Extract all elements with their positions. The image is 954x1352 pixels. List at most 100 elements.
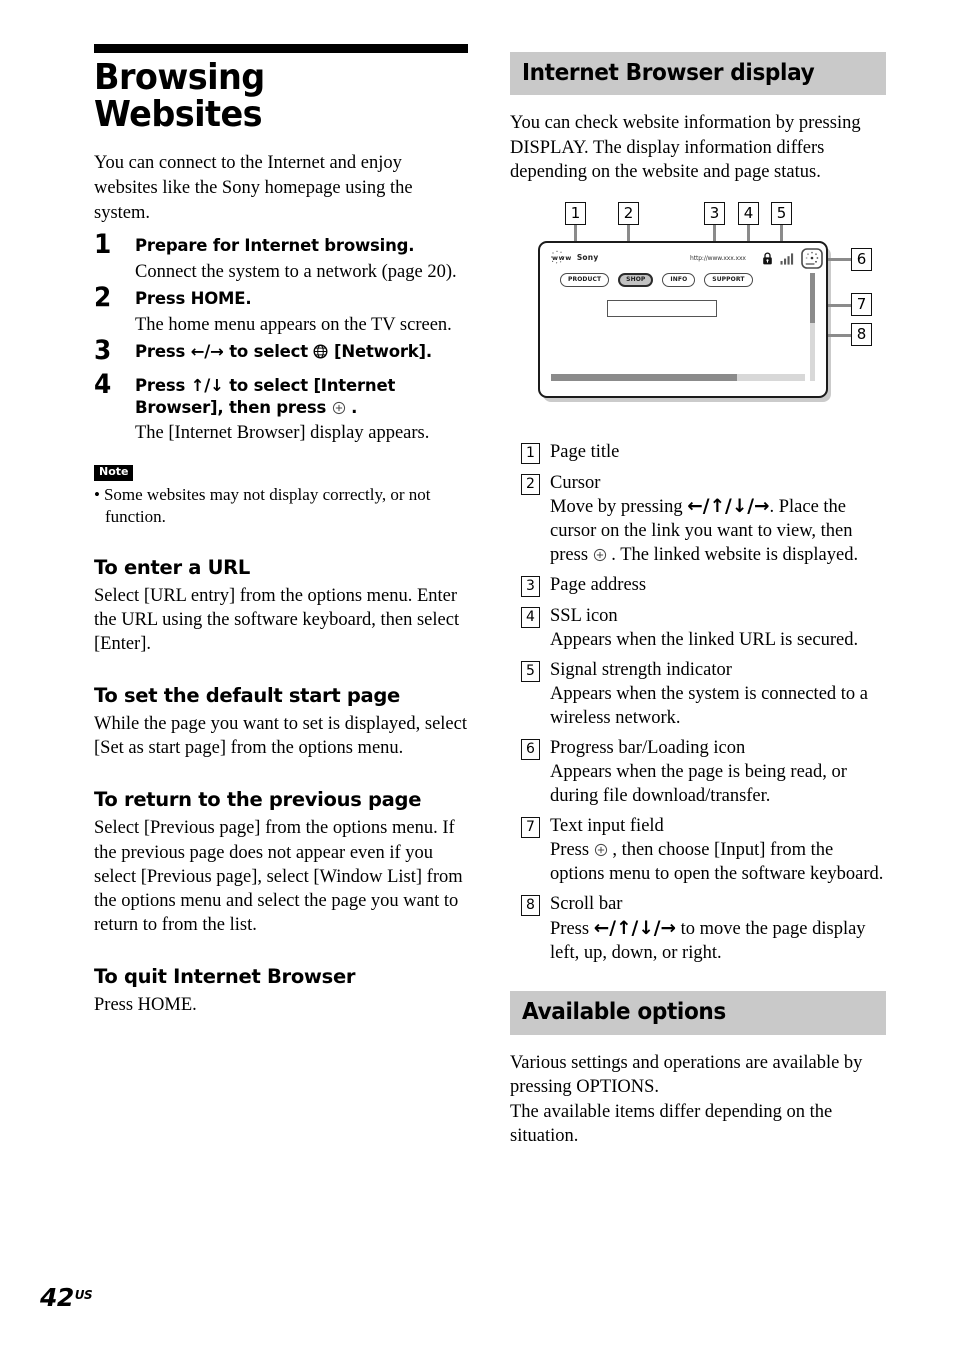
intro-paragraph: You can connect to the Internet and enjo… xyxy=(94,153,413,223)
page-folio: 42US xyxy=(40,1283,93,1312)
enter-icon xyxy=(593,546,607,561)
subsection-body: Select [URL entry] from the options menu… xyxy=(94,586,460,655)
step-heading: Prepare for Internet browsing. xyxy=(135,236,415,256)
bullet-glyph: • xyxy=(94,485,100,505)
step-number: 1 xyxy=(94,229,112,261)
callout-3: 3 xyxy=(704,201,725,225)
section-header-available-options: Available options xyxy=(510,991,886,1035)
callout-8: 8 xyxy=(851,322,872,346)
step-text-post: . xyxy=(345,397,358,417)
legend-description: Move by pressing ←/↑/↓/→. Place the curs… xyxy=(550,495,886,567)
legend-number: 3 xyxy=(521,576,540,598)
arrow-keys-glyph: ↑/↓ xyxy=(190,375,224,395)
subsection-body: Select [Previous page] from the options … xyxy=(94,818,463,935)
globe-icon xyxy=(313,343,328,359)
desc-post: . The linked website is displayed. xyxy=(606,544,859,565)
legend-description: Appears when the linked URL is secured. xyxy=(550,629,859,650)
right-column: Internet Browser display You can check w… xyxy=(510,52,886,1149)
enter-icon xyxy=(594,841,608,857)
arrow-keys-glyph: ←/↑/↓/→ xyxy=(593,918,676,940)
page-address-text: http://www.xxx.xxx xyxy=(690,254,746,262)
step-number: 2 xyxy=(94,282,112,314)
legend-title: SSL icon xyxy=(550,605,618,626)
desc-pre: Press xyxy=(550,840,594,860)
subheading-enter-url: To enter a URL xyxy=(94,556,250,580)
step-text-pre: Press xyxy=(135,375,191,395)
step-body: The [Internet Browser] display appears. xyxy=(135,423,430,444)
note-badge: Note xyxy=(94,465,134,482)
nav-button-shop-cursor[interactable]: SHOP xyxy=(618,272,654,287)
legend-description: Appears when the page is being read, or … xyxy=(550,761,847,806)
step-body: The home menu appears on the TV screen. xyxy=(135,314,452,335)
legend-description: Press ←/↑/↓/→ to move the page display l… xyxy=(550,917,886,965)
section-header-internet-browser-display: Internet Browser display xyxy=(510,52,886,96)
brand-text: Sony xyxy=(576,252,599,262)
section-title: Internet Browser display xyxy=(522,60,815,86)
step-heading: Press ↑/↓ to select [Internet Browser], … xyxy=(135,375,468,419)
nav-button-product[interactable]: PRODUCT xyxy=(560,272,610,287)
section-body-line-2: The available items differ depending on … xyxy=(510,1101,833,1147)
step-heading: Press HOME. xyxy=(135,289,252,309)
desc-pre: Move by pressing xyxy=(550,497,688,518)
browser-screen-mock: www Sony http://www.xxx.xxx PRODUCT SHOP… xyxy=(538,240,828,398)
callout-7: 7 xyxy=(851,292,872,316)
nav-button-row: PRODUCT SHOP INFO SUPPORT xyxy=(560,272,753,287)
legend-number: 8 xyxy=(521,895,540,917)
step-number: 3 xyxy=(94,334,112,366)
nav-button-support[interactable]: SUPPORT xyxy=(704,272,753,287)
legend-item-6: 6 Progress bar/Loading icon Appears when… xyxy=(510,737,886,808)
desc-pre: Press xyxy=(550,919,594,940)
step-1: 1 Prepare for Internet browsing. Connect… xyxy=(94,231,468,284)
legend-number: 5 xyxy=(521,661,540,683)
text-input-field[interactable] xyxy=(607,299,717,317)
callout-4: 4 xyxy=(738,201,759,225)
legend-description: Appears when the system is connected to … xyxy=(550,683,869,728)
legend-item-5: 5 Signal strength indicator Appears when… xyxy=(510,659,886,730)
manual-page: Browsing Websites You can connect to the… xyxy=(0,0,954,1352)
enter-icon xyxy=(332,399,346,414)
legend-title: Page address xyxy=(550,575,647,596)
www-text: www xyxy=(552,253,572,262)
loading-spinner-icon xyxy=(801,248,823,269)
step-3: 3 Press ←/→ to select [Network]. xyxy=(94,337,468,371)
legend-item-1: 1 Page title xyxy=(510,441,886,465)
nav-button-info[interactable]: INFO xyxy=(662,272,696,287)
page-number: 42 xyxy=(40,1283,74,1312)
callout-2: 2 xyxy=(618,201,639,225)
step-2: 2 Press HOME. The home menu appears on t… xyxy=(94,284,468,337)
legend-title: Progress bar/Loading icon xyxy=(550,738,746,759)
legend-title: Cursor xyxy=(550,472,601,493)
browser-display-diagram: 1 2 3 4 5 6 7 8 www Sony http://www.xxx.… xyxy=(510,199,886,427)
step-heading: Press ←/→ to select [Network]. xyxy=(135,341,468,363)
callout-1: 1 xyxy=(565,201,586,225)
note-body: Some websites may not display correctly,… xyxy=(103,485,431,527)
section-body-line-1: Various settings and operations are avai… xyxy=(510,1052,863,1098)
lock-icon xyxy=(762,252,773,265)
legend-number: 7 xyxy=(521,817,540,839)
legend-item-4: 4 SSL icon Appears when the linked URL i… xyxy=(510,605,886,652)
section-body: You can check website information by pre… xyxy=(510,113,861,183)
legend-title: Scroll bar xyxy=(550,894,623,915)
subheading-quit-browser: To quit Internet Browser xyxy=(94,964,356,988)
page-title-logo: www Sony xyxy=(552,253,598,262)
step-text-mid: to select xyxy=(223,341,314,361)
subsection-body: Press HOME. xyxy=(94,994,197,1015)
step-text-post: [Network]. xyxy=(328,341,432,361)
callout-6: 6 xyxy=(851,247,872,271)
scroll-bar-thumb[interactable] xyxy=(810,272,815,323)
note-block: Note • Some websites may not display corr… xyxy=(94,449,468,528)
step-number: 4 xyxy=(94,368,112,400)
diagram-legend-list: 1 Page title 2 Cursor Move by pressing ←… xyxy=(510,441,886,965)
region-code: US xyxy=(74,1288,93,1302)
signal-bars-icon xyxy=(780,252,796,265)
title-rule xyxy=(94,44,468,53)
legend-item-2: 2 Cursor Move by pressing ←/↑/↓/→. Place… xyxy=(510,472,886,568)
legend-item-8: 8 Scroll bar Press ←/↑/↓/→ to move the p… xyxy=(510,893,886,965)
legend-title: Text input field xyxy=(550,816,664,837)
legend-number: 4 xyxy=(521,606,540,628)
subsection-body: While the page you want to set is displa… xyxy=(94,714,467,759)
legend-title: Page title xyxy=(550,441,620,462)
progress-bar-fill xyxy=(551,373,737,381)
step-text-pre: Press xyxy=(135,341,191,361)
page-title: Browsing Websites xyxy=(94,57,265,135)
